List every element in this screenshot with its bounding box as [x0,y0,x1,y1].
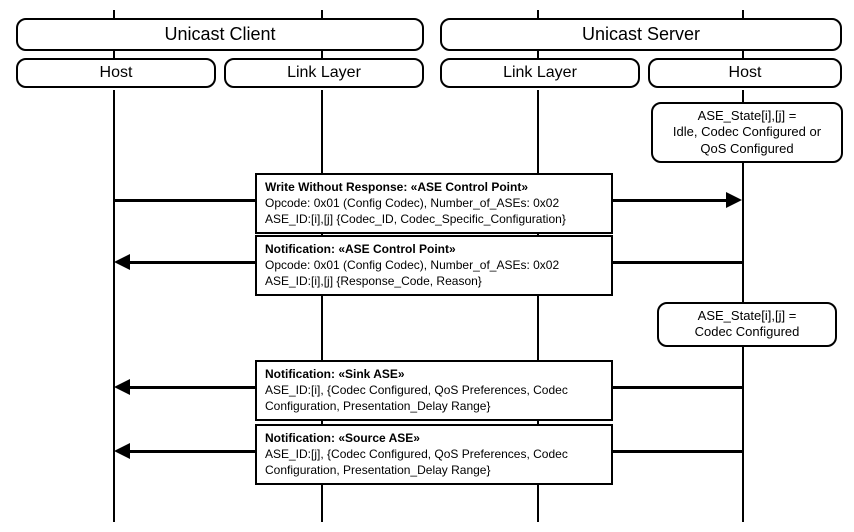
msg-notification-cp: Notification: «ASE Control Point» Opcode… [255,235,613,296]
msg-line: ASE_ID:[j], {Codec Configured, QoS Prefe… [265,446,603,462]
msg-title: Notification: «Sink ASE» [265,366,603,382]
group-unicast-server: Unicast Server [440,18,842,51]
msg-line: ASE_ID:[i],[j] {Codec_ID, Codec_Specific… [265,211,603,227]
msg-write-without-response: Write Without Response: «ASE Control Poi… [255,173,613,234]
msg-line: ASE_ID:[i],[j] {Response_Code, Reason} [265,273,603,289]
state-line: ASE_State[i],[j] = [659,108,835,124]
sequence-diagram: Unicast Client Unicast Server Host Link … [10,10,844,522]
msg-line: ASE_ID:[i], {Codec Configured, QoS Prefe… [265,382,603,398]
state-line: QoS Configured [659,141,835,157]
arrow-segment [611,199,727,202]
arrow-head-right-icon [726,192,742,208]
msg-title: Notification: «Source ASE» [265,430,603,446]
arrow-segment [130,386,255,389]
arrow-segment [114,199,255,202]
state-box-codec-configured: ASE_State[i],[j] = Codec Configured [657,302,837,347]
msg-line: Configuration, Presentation_Delay Range} [265,462,603,478]
sub-client-host: Host [16,58,216,88]
msg-line: Opcode: 0x01 (Config Codec), Number_of_A… [265,257,603,273]
state-line: ASE_State[i],[j] = [665,308,829,324]
msg-line: Opcode: 0x01 (Config Codec), Number_of_A… [265,195,603,211]
msg-line: Configuration, Presentation_Delay Range} [265,398,603,414]
sub-client-linklayer: Link Layer [224,58,424,88]
arrow-head-left-icon [114,443,130,459]
msg-notification-sink: Notification: «Sink ASE» ASE_ID:[i], {Co… [255,360,613,421]
sub-server-linklayer: Link Layer [440,58,640,88]
arrow-segment [130,261,255,264]
msg-title: Notification: «ASE Control Point» [265,241,603,257]
arrow-head-left-icon [114,379,130,395]
group-unicast-client: Unicast Client [16,18,424,51]
state-line: Codec Configured [665,324,829,340]
state-box-initial: ASE_State[i],[j] = Idle, Codec Configure… [651,102,843,163]
arrow-head-left-icon [114,254,130,270]
arrow-segment [611,386,743,389]
state-line: Idle, Codec Configured or [659,124,835,140]
sub-server-host: Host [648,58,842,88]
msg-title: Write Without Response: «ASE Control Poi… [265,179,603,195]
arrow-segment [130,450,255,453]
msg-notification-source: Notification: «Source ASE» ASE_ID:[j], {… [255,424,613,485]
arrow-segment [611,261,743,264]
arrow-segment [611,450,743,453]
